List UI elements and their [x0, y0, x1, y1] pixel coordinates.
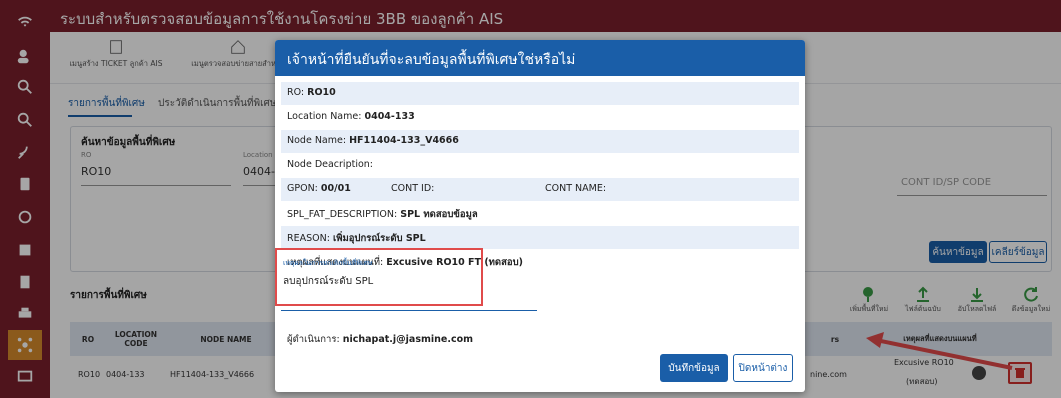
close-dialog-button[interactable]: ปิดหน้าต่าง — [733, 354, 793, 382]
confirm-delete-dialog: เจ้าหน้าที่ยืนยันที่จะลบข้อมูลพื้นที่พิเ… — [275, 40, 805, 392]
info-ro: RO: RO10 — [281, 82, 799, 105]
save-button[interactable]: บันทึกข้อมูล — [660, 354, 728, 382]
cont-name-cell: CONT NAME: — [545, 183, 607, 194]
highlight-box — [275, 248, 483, 306]
info-location: Location Name: 0404-133 — [287, 111, 415, 122]
info-node: Node Name: HF11404-133_V4666 — [281, 130, 799, 153]
operator-info: ผู้ดำเนินการ: nichapat.j@jasmine.com — [287, 334, 474, 345]
info-reason: REASON: เพิ่มอุปกรณ์ระดับ SPL — [281, 226, 799, 249]
cancel-reason-underline — [281, 310, 537, 311]
gpon-cell: GPON: 00/01 — [287, 183, 351, 194]
info-gpon: GPON: 00/01 CONT ID: CONT NAME: — [281, 178, 799, 201]
dialog-title: เจ้าหน้าที่ยืนยันที่จะลบข้อมูลพื้นที่พิเ… — [275, 40, 805, 76]
dialog-body: RO: RO10 Location Name: 0404-133 Node Na… — [275, 76, 805, 273]
info-node-desc: Node Deacription: — [287, 159, 373, 170]
cont-id-cell: CONT ID: — [391, 183, 435, 194]
info-fat: SPL_FAT_DESCRIPTION: SPL ทดสอบข้อมูล — [287, 209, 478, 220]
